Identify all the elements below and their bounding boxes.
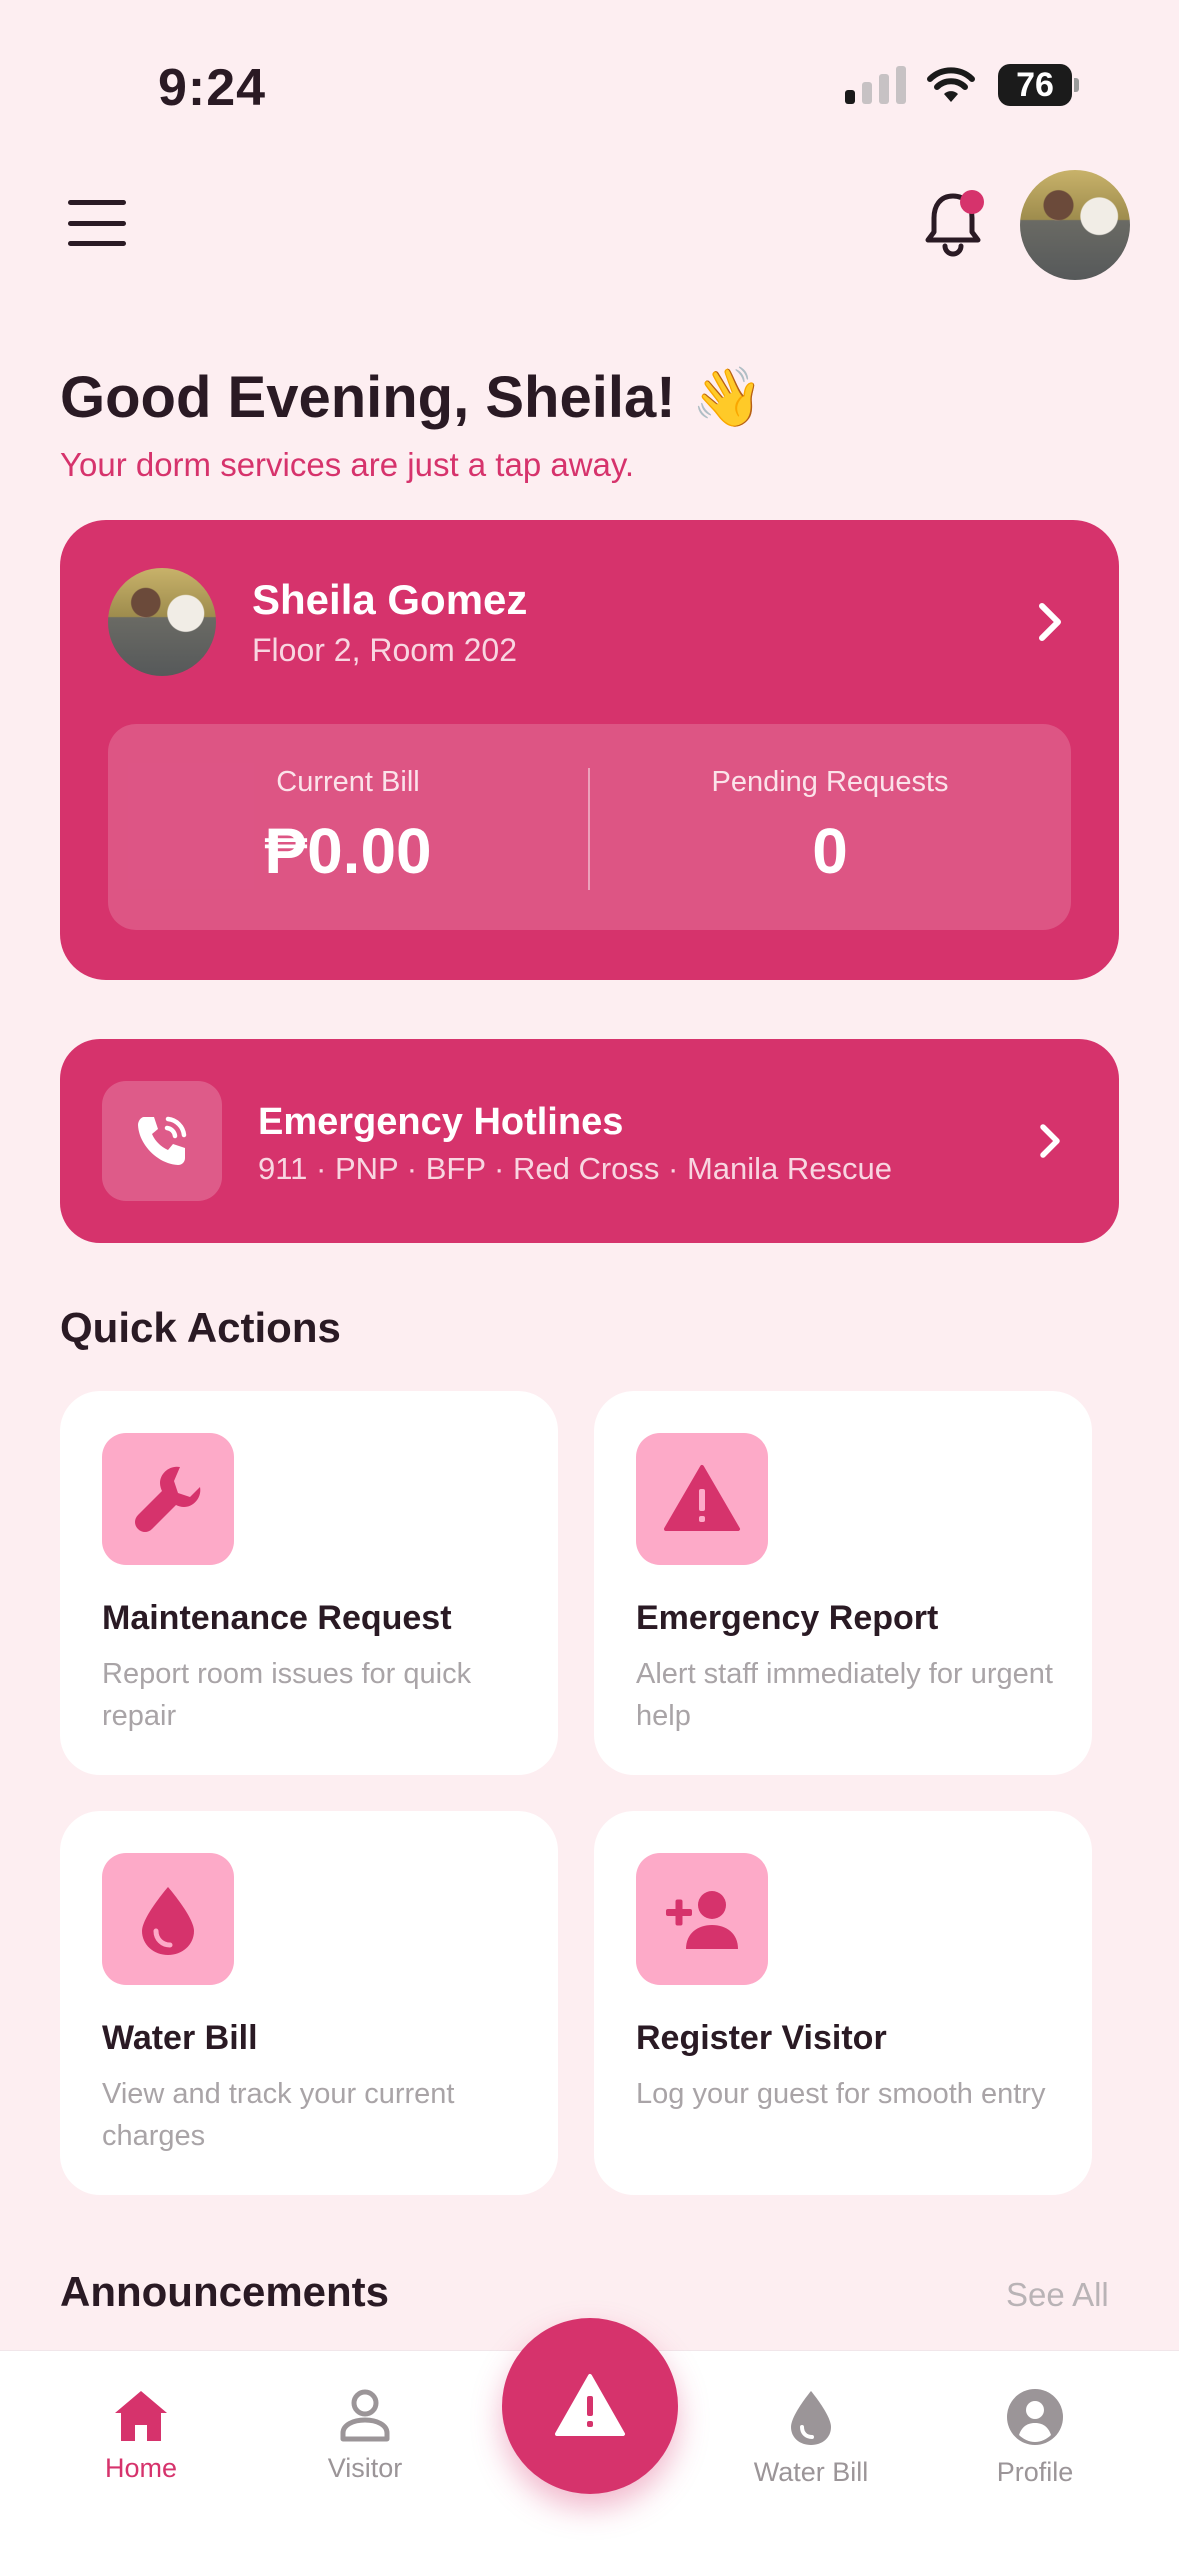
greeting-subtitle: Your dorm services are just a tap away. <box>60 446 635 483</box>
water-drop-icon <box>791 2391 831 2445</box>
nav-label: Water Bill <box>753 2457 869 2487</box>
nav-label: Home <box>104 2453 178 2483</box>
nav-label: Visitor <box>327 2453 403 2483</box>
profile-icon <box>1007 2389 1063 2445</box>
nav-profile[interactable]: Profile <box>945 2387 1125 2488</box>
action-description: View and track your current charges <box>102 2078 455 2152</box>
nav-label: Profile <box>996 2457 1074 2487</box>
resident-room: Floor 2, Room 202 <box>252 632 518 668</box>
avatar[interactable] <box>1020 170 1130 280</box>
cellular-signal-icon <box>845 66 906 104</box>
add-person-icon <box>636 1853 768 1985</box>
person-icon <box>340 2389 390 2442</box>
avatar <box>108 568 216 676</box>
stat-value-current-bill: ₱0.00 <box>264 815 432 887</box>
action-name: Emergency Report <box>636 1599 939 1637</box>
greeting-title: Good Evening, Sheila! 👋 <box>60 365 764 430</box>
quick-actions-heading: Quick Actions <box>60 1304 341 1351</box>
profile-card[interactable]: Sheila Gomez Floor 2, Room 202 Current B… <box>60 520 1119 980</box>
register-visitor-card[interactable]: Register Visitor Log your guest for smoo… <box>594 1811 1092 2195</box>
stat-label-current-bill: Current Bill <box>276 766 420 798</box>
stat-label-pending-requests: Pending Requests <box>711 766 949 798</box>
chevron-right-icon <box>1040 1124 1060 1158</box>
notification-dot <box>960 190 984 214</box>
action-name: Maintenance Request <box>102 1599 452 1637</box>
action-name: Water Bill <box>102 2019 258 2057</box>
water-bill-card[interactable]: Water Bill View and track your current c… <box>60 1811 558 2195</box>
water-drop-icon <box>102 1853 234 1985</box>
wrench-icon <box>102 1433 234 1565</box>
announcements-heading: Announcements <box>60 2268 390 2315</box>
emergency-hotlines-card[interactable]: Emergency Hotlines 911 · PNP · BFP · Red… <box>60 1039 1119 1243</box>
divider <box>588 768 590 890</box>
battery-indicator: 76 <box>998 64 1072 106</box>
chevron-right-icon <box>1039 603 1061 641</box>
emergency-report-card[interactable]: Emergency Report Alert staff immediately… <box>594 1391 1092 1775</box>
phone-icon <box>102 1081 222 1201</box>
emergency-fab-button[interactable] <box>502 2318 678 2494</box>
stat-value-pending-requests: 0 <box>812 815 848 887</box>
warning-icon <box>636 1433 768 1565</box>
resident-name: Sheila Gomez <box>252 576 528 623</box>
action-name: Register Visitor <box>636 2019 887 2057</box>
nav-water-bill[interactable]: Water Bill <box>721 2387 901 2488</box>
nav-home[interactable]: Home <box>51 2387 231 2484</box>
hotlines-title: Emergency Hotlines <box>258 1101 624 1143</box>
status-time: 9:24 <box>158 59 267 117</box>
stats-panel: Current Bill ₱0.00 Pending Requests 0 <box>108 724 1071 930</box>
home-icon <box>115 2391 167 2441</box>
action-description: Alert staff immediately for urgent help <box>636 1658 1053 1732</box>
nav-visitor[interactable]: Visitor <box>275 2387 455 2484</box>
hamburger-menu-icon[interactable] <box>68 200 126 246</box>
wifi-icon <box>927 67 975 102</box>
hotlines-subtitle: 911 · PNP · BFP · Red Cross · Manila Res… <box>258 1151 893 1186</box>
action-description: Log your guest for smooth entry <box>636 2078 1046 2110</box>
action-description: Report room issues for quick repair <box>102 1658 472 1732</box>
maintenance-request-card[interactable]: Maintenance Request Report room issues f… <box>60 1391 558 1775</box>
see-all-link[interactable]: See All <box>1006 2276 1109 2314</box>
warning-icon <box>555 2374 625 2436</box>
